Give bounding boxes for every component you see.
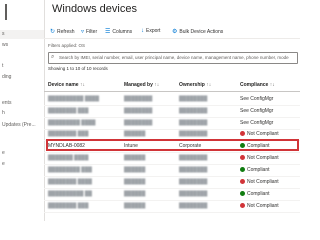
device-name-redacted[interactable]: ███████ ████ — [48, 155, 88, 161]
managed-by-redacted: ████████ — [124, 96, 153, 102]
compliance-cell: Not Compliant — [240, 179, 279, 185]
header-divider — [44, 91, 300, 92]
compliance-cell: Compliant — [240, 167, 270, 173]
columns-icon: ☰ — [105, 29, 111, 35]
column-header-ownership[interactable]: Ownership ↑↓ — [179, 82, 211, 88]
compliance-cell: Not Compliant — [240, 131, 279, 137]
nav-item[interactable]: t — [2, 63, 3, 69]
nav-item[interactable]: ding — [2, 74, 11, 80]
search-input[interactable]: Search by IMEI, serial number, email, us… — [59, 55, 289, 60]
sort-icon: ↑↓ — [79, 82, 85, 88]
error-circle-icon — [240, 179, 245, 184]
error-circle-icon — [240, 131, 245, 136]
device-name-redacted[interactable]: ████████ ███ — [48, 108, 88, 114]
device-name-redacted[interactable]: █████████ ████ — [48, 120, 95, 126]
ownership-redacted: ████████ — [179, 167, 208, 173]
main-pane: Windows devices ↻ Refresh ▿ Filter ☰ Column… — [44, 0, 300, 221]
nav-collapse-bar — [5, 4, 7, 20]
managed-by-redacted: ████████ — [124, 108, 153, 114]
ownership-redacted: ████████ — [179, 108, 208, 114]
compliance-cell: See ConfigMgr — [240, 108, 274, 114]
nav-item[interactable]: e — [2, 150, 5, 156]
ownership-redacted: ████████ — [179, 179, 208, 185]
page-title: Windows devices — [52, 3, 137, 15]
records-count: Showing 1 to 10 of 10 records — [48, 66, 108, 71]
nav-item[interactable]: ws — [2, 42, 8, 48]
ownership-redacted: ████████ — [179, 155, 208, 161]
compliance-cell: See ConfigMgr — [240, 120, 274, 126]
nav-selected-highlight — [0, 30, 44, 39]
ownership-redacted: ████████ — [179, 203, 208, 209]
nav-item[interactable]: h — [2, 110, 5, 116]
refresh-button[interactable]: ↻ Refresh — [50, 28, 75, 35]
export-button[interactable]: ↓ Export — [141, 28, 160, 34]
nav-item-updates[interactable]: Updates (Pre... — [2, 122, 36, 128]
managed-by-redacted: ██████ — [124, 167, 146, 173]
nav-item[interactable]: ents — [2, 100, 11, 106]
filters-applied[interactable]: Filters applied: OS — [48, 43, 85, 48]
nav-item[interactable]: e — [2, 161, 5, 167]
error-circle-icon — [240, 155, 245, 160]
check-circle-icon — [240, 167, 245, 172]
columns-button[interactable]: ☰ Columns — [105, 28, 132, 35]
search-icon: ⌕ — [51, 54, 55, 60]
check-circle-icon — [240, 191, 245, 196]
gear-icon: ⚙ — [172, 29, 178, 35]
ownership-redacted: ████████ — [179, 120, 208, 126]
column-header-device-name[interactable]: Device name ↑↓ — [48, 82, 85, 88]
toolbar: ↻ Refresh ▿ Filter ☰ Columns ↓ Export ⚙ Bulk … — [44, 26, 300, 39]
compliance-cell: Compliant — [240, 191, 270, 197]
column-header-compliance[interactable]: Compliance ↑↓ — [240, 82, 275, 88]
column-header-managed-by[interactable]: Managed by ↑↓ — [124, 82, 159, 88]
nav-item[interactable]: s — [2, 31, 5, 37]
device-name-redacted[interactable]: █████████ ███ — [48, 167, 92, 173]
managed-by-redacted: ██████ — [124, 191, 146, 197]
device-name-redacted[interactable]: ████████ ████ — [48, 179, 92, 185]
export-icon: ↓ — [141, 28, 144, 34]
compliance-cell: Not Compliant — [240, 203, 279, 209]
managed-by-redacted: ██████ — [124, 179, 146, 185]
filter-button[interactable]: ▿ Filter — [81, 28, 97, 35]
compliance-cell: Not Compliant — [240, 155, 279, 161]
table-row[interactable]: ████████ ███ ██████ ████████ Not Complia… — [44, 200, 300, 213]
search-box[interactable]: ⌕ Search by IMEI, serial number, email, … — [48, 52, 298, 64]
device-name-redacted[interactable]: ████████ ███ — [48, 131, 88, 137]
sort-icon: ↑↓ — [269, 82, 275, 88]
left-navigation: s ws t ding ents h Updates (Pre... e e — [0, 0, 45, 221]
bulk-device-actions-button[interactable]: ⚙ Bulk Device Actions — [172, 28, 223, 35]
managed-by-redacted: ██████ — [124, 131, 146, 137]
managed-by-redacted: ██████ — [124, 203, 146, 209]
managed-by-redacted: ████████ — [124, 120, 153, 126]
device-name-redacted[interactable]: ██████████ ████ — [48, 96, 99, 102]
selected-row-highlight — [46, 139, 299, 151]
filter-icon: ▿ — [81, 29, 85, 35]
ownership-redacted: ████████ — [179, 96, 208, 102]
device-name-redacted[interactable]: ████████ ███ — [48, 203, 88, 209]
device-name-redacted[interactable]: ██████████ ██ — [48, 191, 92, 197]
compliance-cell: See ConfigMgr — [240, 96, 274, 102]
ownership-redacted: ████████ — [179, 191, 208, 197]
error-circle-icon — [240, 203, 245, 208]
sort-icon: ↑↓ — [206, 82, 212, 88]
managed-by-redacted: ██████ — [124, 155, 146, 161]
ownership-redacted: ████████ — [179, 131, 208, 137]
sort-icon: ↑↓ — [154, 82, 160, 88]
refresh-icon: ↻ — [50, 29, 56, 35]
